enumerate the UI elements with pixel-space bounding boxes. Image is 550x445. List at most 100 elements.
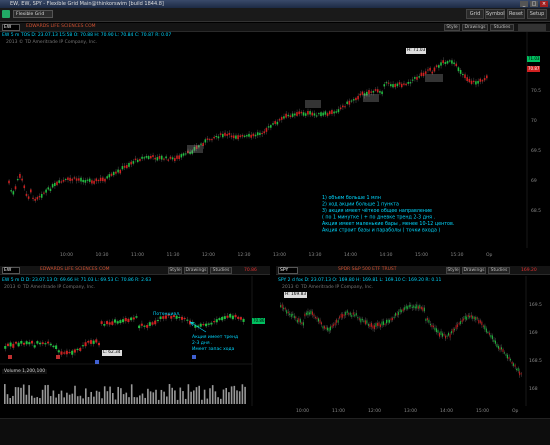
bl-candle: [36, 341, 39, 344]
br-symbol-input[interactable]: SPY: [278, 267, 298, 274]
br-candle: [310, 310, 312, 315]
top-drawings-button[interactable]: Drawings: [462, 24, 488, 31]
bl-style-button[interactable]: Style: [168, 267, 182, 274]
br-candle: [399, 309, 401, 312]
bl-event-marker-2[interactable]: [56, 355, 60, 359]
top-window-controls[interactable]: [518, 24, 546, 31]
br-studies-button[interactable]: Studies: [488, 267, 510, 274]
top-candle: [71, 178, 74, 181]
br-candle: [402, 308, 404, 312]
top-candle: [34, 198, 36, 201]
bl-candle: [20, 341, 23, 344]
top-candle: [287, 114, 290, 117]
top-studies-button[interactable]: Studies: [490, 24, 514, 31]
symbol-button[interactable]: Symbol: [485, 9, 505, 19]
bl-event-marker-3[interactable]: [95, 360, 99, 364]
close-button[interactable]: ×: [540, 1, 548, 7]
bl-candle: [130, 317, 133, 321]
bl-volume-bar: [22, 384, 25, 404]
top-candle: [163, 158, 165, 160]
top-candle: [276, 121, 279, 125]
drawings-label: Drawings: [185, 268, 207, 273]
top-candle: [459, 69, 462, 74]
top-time-tick: 12:00: [202, 252, 215, 258]
br-style-button[interactable]: Style: [446, 267, 460, 274]
top-candle: [252, 133, 255, 137]
top-candle: [453, 62, 455, 65]
top-candle: [483, 78, 486, 81]
top-candle: [342, 105, 344, 108]
br-candle: [440, 331, 442, 336]
bl-volume-bar: [55, 397, 57, 404]
top-symbol-input[interactable]: EW: [2, 24, 20, 31]
reset-button[interactable]: Reset: [507, 9, 525, 19]
br-time-tick: 12:00: [368, 408, 381, 414]
top-candle: [313, 113, 316, 116]
br-candle: [479, 320, 481, 323]
br-candle: [519, 371, 521, 376]
bl-volume-bar: [63, 397, 65, 404]
br-candle: [298, 318, 300, 322]
br-candle: [389, 319, 391, 323]
bl-candle: [57, 350, 60, 353]
br-candle: [504, 352, 505, 354]
bl-symbol-input[interactable]: EW: [2, 267, 20, 274]
br-candle: [429, 323, 431, 326]
bl-candle: [79, 347, 82, 351]
top-candle: [95, 178, 98, 182]
top-time-tick: 14:30: [380, 252, 393, 258]
bl-candle: [87, 340, 90, 343]
bl-event-marker-1[interactable]: [8, 355, 12, 359]
tab-flexible-grid[interactable]: Flexible Grid: [13, 10, 53, 18]
br-candle: [460, 321, 462, 325]
br-candle: [463, 318, 465, 321]
bl-candle: [14, 341, 17, 344]
top-candle: [176, 155, 178, 159]
top-candle: [248, 133, 250, 137]
top-candles: [8, 57, 488, 203]
br-last-price: 169.20: [521, 268, 537, 273]
br-candle: [336, 319, 338, 323]
bl-candle: [44, 343, 47, 345]
bl-drawings-button[interactable]: Drawings: [184, 267, 208, 274]
bl-volume-bar: [179, 387, 182, 404]
br-candle: [435, 328, 437, 333]
top-candle: [84, 180, 87, 183]
top-candle: [302, 112, 305, 116]
bl-volume-bar: [157, 399, 160, 404]
top-candle: [289, 115, 292, 117]
top-candle: [446, 61, 449, 64]
bl-volume-bar: [114, 399, 117, 404]
bl-volume-bar: [244, 386, 246, 404]
top-candle: [224, 132, 226, 136]
bl-candle: [132, 317, 135, 320]
br-candle: [484, 325, 486, 330]
top-time-tick: 13:00: [273, 252, 286, 258]
bl-candle: [221, 316, 224, 321]
studies-label: Studies: [212, 268, 230, 273]
maximize-button[interactable]: □: [530, 1, 538, 7]
top-candle: [230, 135, 233, 138]
bl-volume-bar: [238, 391, 241, 404]
br-candle: [422, 307, 424, 311]
br-candle: [395, 313, 397, 316]
br-drawings-button[interactable]: Drawings: [462, 267, 486, 274]
top-candle: [167, 159, 170, 161]
bl-volume-bar: [222, 389, 225, 404]
bl-event-marker-4[interactable]: [192, 355, 196, 359]
bl-volume-bar: [160, 389, 163, 404]
setup-button[interactable]: Setup: [527, 9, 547, 19]
bl-candle: [231, 315, 234, 320]
br-candle: [319, 319, 321, 324]
bl-volume-bar: [206, 398, 209, 404]
br-price-chart[interactable]: 169.5 169 168.5 168 10:00 11:00 12:00 13:00 14:…: [276, 276, 550, 416]
minimize-button[interactable]: _: [520, 1, 528, 7]
top-time-tick: 15:00: [415, 252, 428, 258]
bl-studies-button[interactable]: Studies: [210, 267, 232, 274]
br-candle: [442, 333, 443, 337]
top-style-button[interactable]: Style: [444, 24, 460, 31]
bl-candle: [113, 319, 117, 323]
br-candle: [513, 363, 515, 366]
grid-button[interactable]: Grid: [466, 9, 484, 19]
bl-volume-bar: [130, 384, 133, 404]
